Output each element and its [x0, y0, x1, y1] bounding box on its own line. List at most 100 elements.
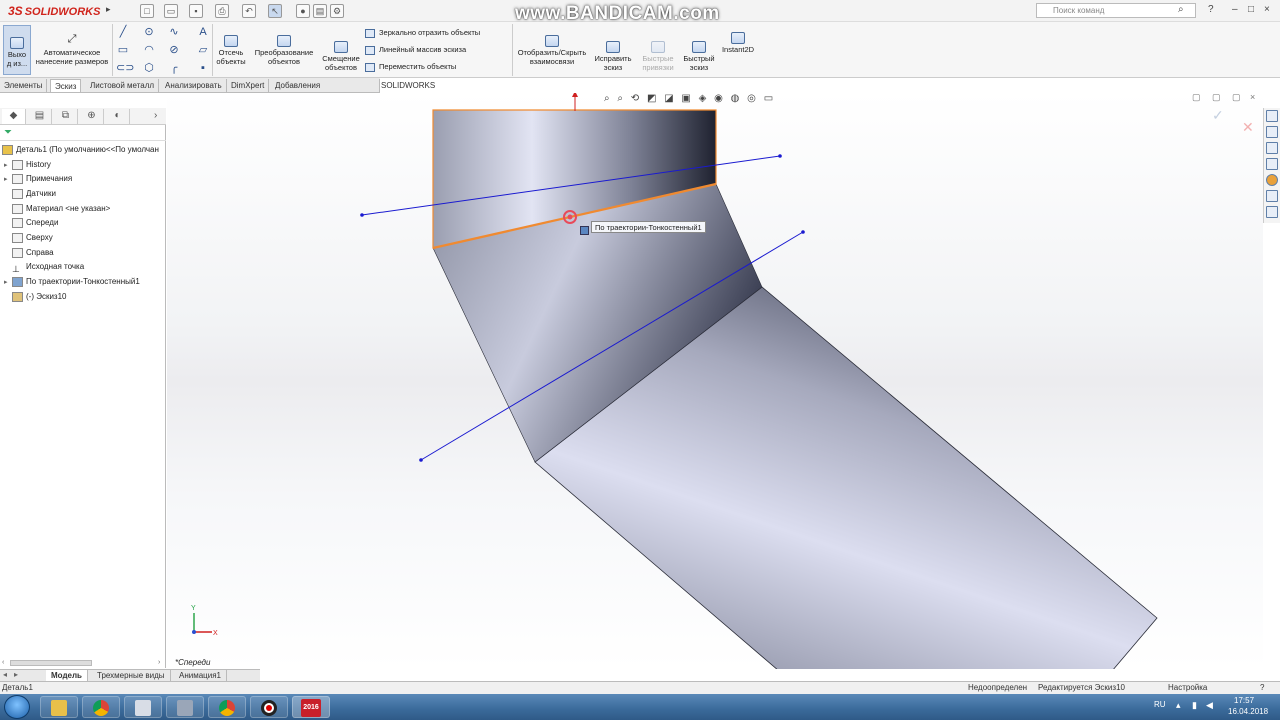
tab-sketch[interactable]: Эскиз	[50, 79, 82, 92]
solidworks-taskbar-button[interactable]: 2016	[292, 696, 330, 718]
tree-item-history[interactable]: ▸ History	[4, 158, 51, 172]
ellipse-tool-icon[interactable]: ⊘	[167, 44, 181, 56]
linear-pattern-button[interactable]: Линейный массив эскиза	[365, 45, 466, 55]
tab-sheet-metal[interactable]: Листовой металл	[86, 79, 160, 92]
search-icon[interactable]: ⌕	[1178, 4, 1184, 15]
solidworks-logo[interactable]: 3S SOLIDWORKS	[8, 4, 100, 18]
circle-tool-icon[interactable]: ⊙	[142, 26, 156, 38]
tab-scroll-right-icon[interactable]: ▸	[14, 670, 18, 679]
sketch-endpoint[interactable]	[801, 230, 805, 234]
viewport-restore-icon[interactable]: ▢	[1212, 93, 1221, 103]
display-manager-tab-icon[interactable]: ◐	[106, 109, 130, 124]
confirmation-cancel-icon[interactable]: ✕	[1242, 119, 1254, 136]
rebuild-icon[interactable]: ●	[296, 4, 310, 18]
expand-arrow-icon[interactable]: ▸	[4, 173, 12, 187]
section-view-icon[interactable]: ◩	[647, 93, 656, 104]
point-tool-icon[interactable]: ▪	[196, 62, 210, 74]
filter-icon[interactable]: ⏷	[4, 127, 12, 138]
open-file-icon[interactable]: ▭	[164, 4, 178, 18]
offset-entities-button[interactable]: Смещение объектов	[320, 32, 362, 72]
expand-arrow-icon[interactable]: ▸	[4, 159, 12, 173]
feature-tree-tab-icon[interactable]: ◆	[2, 109, 26, 124]
scroll-right-icon[interactable]: ›	[158, 659, 160, 666]
tree-item-front-plane[interactable]: Спереди	[4, 216, 58, 230]
tab-evaluate[interactable]: Анализировать	[161, 79, 227, 92]
clock-time[interactable]: 17:57	[1234, 696, 1254, 705]
menu-expand-icon[interactable]: ▸	[106, 4, 111, 15]
chrome-taskbar-button-2[interactable]	[208, 696, 246, 718]
appearances-icon[interactable]	[1266, 174, 1278, 186]
bandicam-taskbar-button[interactable]	[250, 696, 288, 718]
tab-scroll-left-icon[interactable]: ◂	[3, 670, 7, 679]
language-indicator[interactable]: RU	[1154, 700, 1166, 709]
rectangle-tool-icon[interactable]: ▭	[116, 44, 130, 56]
viewport-minimize-icon[interactable]: ▢	[1192, 93, 1201, 103]
hide-show-items-icon[interactable]: ◉	[714, 93, 723, 104]
apply-scene-icon[interactable]: ◎	[747, 93, 756, 104]
rapid-sketch-button[interactable]: Быстрый эскиз	[682, 32, 716, 72]
tree-item-top-plane[interactable]: Сверху	[4, 231, 53, 245]
status-settings[interactable]: Настройка	[1168, 682, 1207, 694]
panel-expand-icon[interactable]: ›	[154, 110, 157, 121]
line-tool-icon[interactable]: ╱	[116, 26, 130, 38]
exit-sketch-button[interactable]: Выхо д из...	[3, 25, 31, 75]
help-icon[interactable]: ?	[1208, 4, 1214, 15]
confirmation-accept-icon[interactable]: ✓	[1212, 107, 1224, 124]
instant2d-button[interactable]: Instant2D	[718, 32, 758, 54]
tree-root-part[interactable]: Деталь1 (По умолчанию<<По умолчан	[2, 143, 159, 157]
file-explorer-icon[interactable]	[1266, 142, 1278, 154]
mirror-entities-button[interactable]: Зеркально отразить объекты	[365, 28, 480, 38]
dynamic-annotation-icon[interactable]: ◪	[664, 93, 673, 104]
sketch-endpoint[interactable]	[360, 213, 364, 217]
auto-dimension-button[interactable]: ⤢ Автоматическое нанесение размеров	[34, 26, 110, 67]
display-style-icon[interactable]: ◈	[699, 93, 707, 104]
view-settings-icon[interactable]: ▭	[764, 93, 773, 104]
options-gear-icon[interactable]: ⚙	[330, 4, 344, 18]
forum-icon[interactable]	[1266, 206, 1278, 218]
volume-icon[interactable]: ◀	[1206, 700, 1213, 711]
horizontal-scrollbar[interactable]	[10, 660, 92, 666]
calculator-taskbar-button[interactable]	[124, 696, 162, 718]
file-properties-icon[interactable]: ▤	[313, 4, 327, 18]
app-taskbar-button[interactable]	[166, 696, 204, 718]
repair-sketch-button[interactable]: Исправить эскиз	[592, 32, 634, 72]
new-file-icon[interactable]: □	[140, 4, 154, 18]
sketch-endpoint[interactable]	[419, 458, 423, 462]
polygon-tool-icon[interactable]: ⬡	[142, 62, 156, 74]
design-library-icon[interactable]	[1266, 126, 1278, 138]
tab-dimxpert[interactable]: DimXpert	[227, 79, 270, 92]
view-orientation-icon[interactable]: ▣	[681, 93, 690, 104]
trim-entities-button[interactable]: Отсечь объекты	[214, 26, 248, 66]
custom-properties-icon[interactable]	[1266, 190, 1278, 202]
tree-item-right-plane[interactable]: Справа	[4, 246, 54, 260]
print-icon[interactable]: ⎙	[215, 4, 229, 18]
expand-arrow-icon[interactable]: ▸	[4, 276, 12, 290]
tree-item-sweep-thin[interactable]: ▸ По траектории-Тонкостенный1	[4, 275, 140, 289]
chrome-taskbar-button[interactable]	[82, 696, 120, 718]
fillet-tool-icon[interactable]: ╭	[167, 62, 181, 74]
clock-date[interactable]: 16.04.2018	[1228, 707, 1268, 716]
move-entities-button[interactable]: Переместить объекты	[365, 62, 456, 72]
tab-solidworks-addins[interactable]: Добавления SOLIDWORKS	[271, 79, 380, 103]
viewport-maximize-icon[interactable]: ▢	[1232, 93, 1241, 103]
property-manager-tab-icon[interactable]: ▤	[28, 109, 52, 124]
network-icon[interactable]: ▮	[1192, 700, 1197, 711]
convert-entities-button[interactable]: Преобразование объектов	[250, 26, 318, 66]
tree-item-sketch10[interactable]: (-) Эскиз10	[4, 290, 67, 304]
plane-tool-icon[interactable]: ▱	[196, 44, 210, 56]
tree-item-sensors[interactable]: Датчики	[4, 187, 56, 201]
spline-tool-icon[interactable]: ∿	[167, 26, 181, 38]
configuration-manager-tab-icon[interactable]: ⧉	[54, 109, 78, 124]
windows-start-button[interactable]	[4, 695, 30, 719]
slot-tool-icon[interactable]: ⊂⊃	[116, 62, 134, 74]
minimize-button[interactable]: –	[1232, 4, 1238, 15]
quick-snaps-button[interactable]: Быстрые привязки	[636, 32, 680, 72]
tree-item-material[interactable]: Материал <не указан>	[4, 202, 110, 216]
tree-item-annotations[interactable]: ▸ Примечания	[4, 172, 72, 186]
search-commands-input[interactable]: Поиск команд	[1036, 3, 1196, 18]
arc-tool-icon[interactable]: ◠	[142, 44, 156, 56]
scroll-left-icon[interactable]: ‹	[2, 659, 4, 666]
view-palette-icon[interactable]	[1266, 158, 1278, 170]
close-button[interactable]: ×	[1264, 4, 1270, 15]
save-icon[interactable]: ▪	[189, 4, 203, 18]
